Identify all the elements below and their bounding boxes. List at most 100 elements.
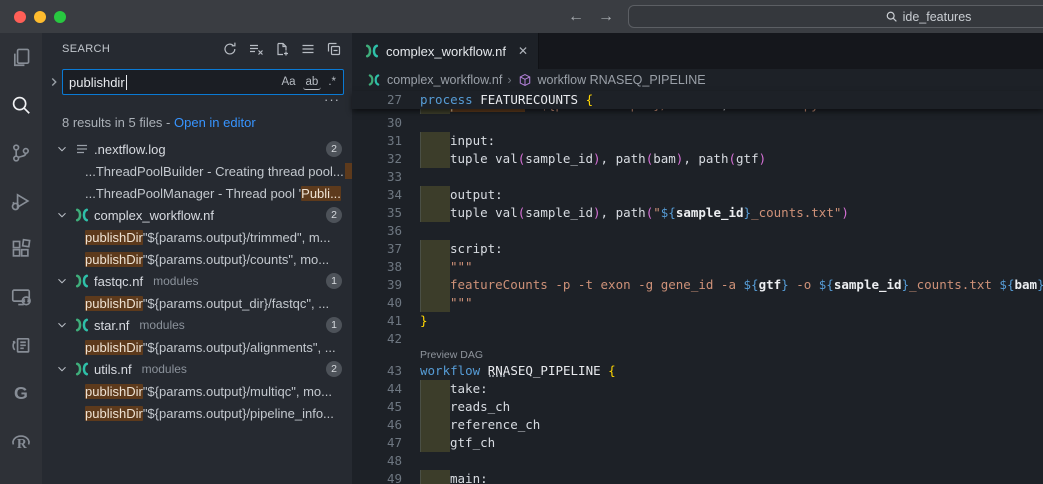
close-window-button[interactable] <box>14 11 26 23</box>
close-tab-icon[interactable]: ✕ <box>518 44 528 58</box>
codelens-label[interactable]: Preview DAG <box>420 348 483 362</box>
code-line: 34output: <box>352 186 1043 204</box>
match-count-badge: 1 <box>326 273 342 289</box>
match-result-row[interactable]: publishDir "${params.output}/multiqc", m… <box>42 380 352 402</box>
extensions-icon[interactable] <box>0 225 42 273</box>
breadcrumb-file[interactable]: complex_workflow.nf <box>387 73 502 87</box>
collapse-all-icon[interactable] <box>324 39 344 59</box>
nextflow-icon <box>74 273 90 289</box>
open-in-editor-link[interactable]: Open in editor <box>174 115 256 130</box>
code-token: RNASEQ_PIPELINE <box>488 363 601 378</box>
codelens-preview-dag[interactable]: Preview DAG <box>352 348 1043 362</box>
match-result-row[interactable]: publishDir "${params.output_dir}/fastqc"… <box>42 292 352 314</box>
breadcrumb-symbol[interactable]: workflow RNASEQ_PIPELINE <box>538 73 706 87</box>
code-token <box>480 363 488 378</box>
file-description: modules <box>153 274 198 288</box>
clear-results-icon[interactable] <box>246 39 266 59</box>
indent-highlight <box>420 258 450 276</box>
partial-circle-icon[interactable] <box>0 465 42 484</box>
forward-arrow-icon[interactable]: → <box>598 8 614 26</box>
search-query: publishdir <box>69 75 125 90</box>
search-input[interactable]: publishdir Aaab.* <box>62 69 344 95</box>
file-name: complex_workflow.nf <box>94 208 214 223</box>
code-token: , mode: <box>721 109 781 112</box>
code-line: 47gtf_ch <box>352 434 1043 452</box>
match-highlight: publishDir <box>85 296 143 311</box>
line-number: 43 <box>352 362 402 380</box>
indent-highlight <box>420 398 450 416</box>
maximize-window-button[interactable] <box>54 11 66 23</box>
task-pages-icon[interactable] <box>0 321 42 369</box>
file-result-row[interactable]: .nextflow.log2 <box>42 138 352 160</box>
code-line: 49main: <box>352 470 1043 484</box>
nextflow-icon <box>74 317 90 333</box>
minimize-window-button[interactable] <box>34 11 46 23</box>
chevron-down-icon[interactable] <box>54 141 70 157</box>
back-arrow-icon[interactable]: ← <box>568 8 584 26</box>
code-token: , path <box>683 151 728 166</box>
chevron-down-icon[interactable] <box>54 273 70 289</box>
file-result-row[interactable]: complex_workflow.nf 2 <box>42 204 352 226</box>
panel-title: SEARCH <box>62 43 110 55</box>
code-line: 45reads_ch <box>352 398 1043 416</box>
file-description: modules <box>142 362 187 376</box>
command-center[interactable]: ide_features <box>628 5 1043 28</box>
line-content: featureCounts -p -t exon -g gene_id -a $… <box>420 276 1043 294</box>
gutter-padding <box>402 150 420 168</box>
code-token: ) <box>593 151 601 166</box>
gutter-padding <box>402 470 420 484</box>
file-result-row[interactable]: fastqc.nfmodules1 <box>42 270 352 292</box>
match-count-badge: 2 <box>326 207 342 223</box>
match-case-toggle[interactable]: Aa <box>278 75 298 89</box>
toggle-replace-chevron-icon[interactable] <box>46 69 62 95</box>
new-search-editor-icon[interactable] <box>272 39 292 59</box>
view-as-list-icon[interactable] <box>298 39 318 59</box>
gutter-padding <box>402 348 420 362</box>
line-content: """ <box>420 294 473 312</box>
match-result-row[interactable]: publishDir "${params.output}/trimmed", m… <box>42 226 352 248</box>
file-result-row[interactable]: star.nfmodules1 <box>42 314 352 336</box>
match-result-row[interactable]: ...ThreadPoolBuilder - Creating thread p… <box>42 160 352 182</box>
indent-highlight <box>420 186 450 204</box>
remote-explorer-icon[interactable] <box>0 273 42 321</box>
files-icon[interactable] <box>0 33 42 81</box>
gitlens-icon[interactable]: G <box>0 369 42 417</box>
match-context: "${params.output}/pipeline_info... <box>143 406 334 421</box>
match-context: ...ThreadPoolManager - Thread pool ' <box>85 186 301 201</box>
match-result-row[interactable]: publishDir "${params.output}/pipeline_in… <box>42 402 352 424</box>
code-line: 33 <box>352 168 1043 186</box>
indent-highlight <box>420 380 450 398</box>
whole-word-toggle[interactable]: ab <box>303 75 322 90</box>
sticky-scroll-line: 27process FEATURECOUNTS { <box>352 91 1043 109</box>
code-token: ${ <box>661 205 676 220</box>
chevron-down-icon[interactable] <box>54 317 70 333</box>
line-number: 48 <box>352 452 402 470</box>
line-content: reference_ch <box>420 416 540 434</box>
tab-complex-workflow[interactable]: complex_workflow.nf ✕ <box>352 33 539 69</box>
search-results-tree: .nextflow.log2...ThreadPoolBuilder - Cre… <box>42 138 352 424</box>
match-result-row[interactable]: publishDir "${params.output}/alignments"… <box>42 336 352 358</box>
source-control-icon[interactable] <box>0 129 42 177</box>
match-context: "${params.output}/trimmed", m... <box>143 230 331 245</box>
chevron-down-icon[interactable] <box>54 361 70 377</box>
r-language-icon[interactable]: R <box>0 417 42 465</box>
code-line: 32tuple val(sample_id), path(bam), path(… <box>352 150 1043 168</box>
file-result-row[interactable]: utils.nfmodules2 <box>42 358 352 380</box>
search-icon[interactable] <box>0 81 42 129</box>
line-number: 31 <box>352 132 402 150</box>
code-token: output: <box>450 187 503 202</box>
match-result-row[interactable]: ...ThreadPoolManager - Thread pool 'Publ… <box>42 182 352 204</box>
code-token: sample_id <box>834 277 902 292</box>
chevron-down-icon[interactable] <box>54 207 70 223</box>
refresh-icon[interactable] <box>220 39 240 59</box>
match-result-row[interactable]: publishDir "${params.output}/counts", mo… <box>42 248 352 270</box>
line-number: 46 <box>352 416 402 434</box>
match-highlight: publishDir <box>85 384 143 399</box>
file-name: star.nf <box>94 318 129 333</box>
toggle-search-details-button[interactable]: ··· <box>42 95 352 109</box>
regex-toggle[interactable]: .* <box>325 75 339 89</box>
run-debug-icon[interactable] <box>0 177 42 225</box>
code-token: } <box>781 277 789 292</box>
code-token: } <box>1037 277 1043 292</box>
line-number: 41 <box>352 312 402 330</box>
